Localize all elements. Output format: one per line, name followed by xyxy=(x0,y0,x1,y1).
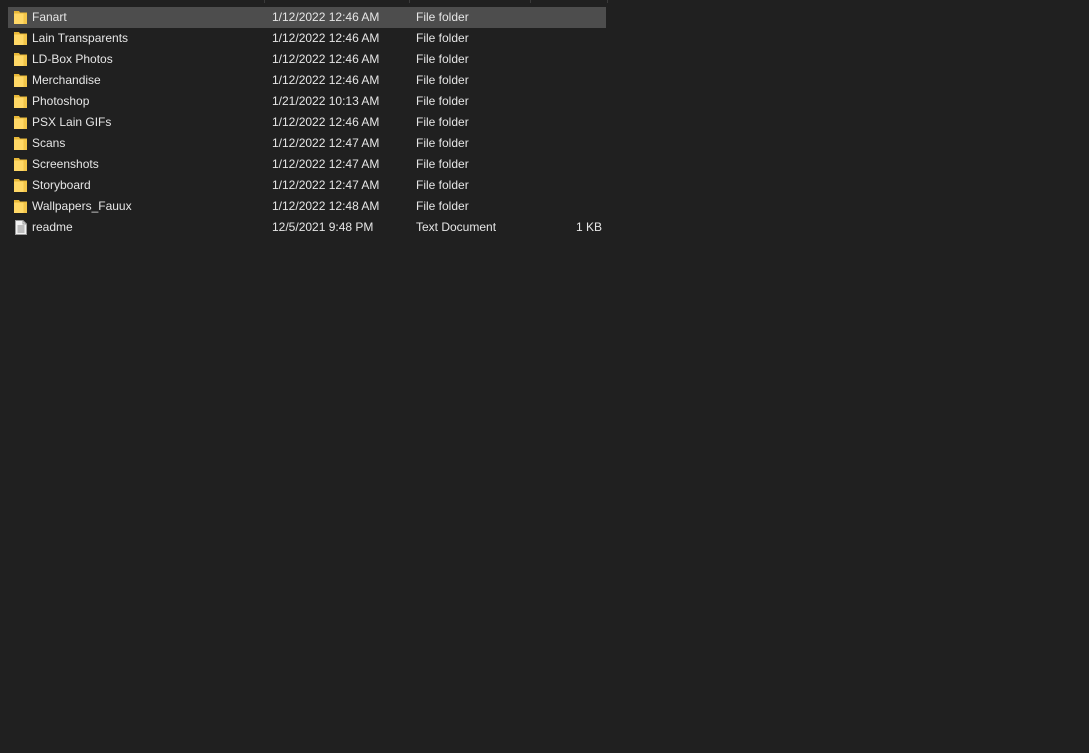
column-divider[interactable] xyxy=(607,0,608,3)
folder-icon xyxy=(14,199,28,214)
file-date-modified: 1/21/2022 10:13 AM xyxy=(272,94,380,108)
file-row[interactable]: Merchandise 1/12/2022 12:46 AM File folder xyxy=(8,70,606,91)
file-row[interactable]: Scans 1/12/2022 12:47 AM File folder xyxy=(8,133,606,154)
file-name: Storyboard xyxy=(32,178,91,192)
file-row[interactable]: Storyboard 1/12/2022 12:47 AM File folder xyxy=(8,175,606,196)
file-date-modified: 12/5/2021 9:48 PM xyxy=(272,220,374,234)
file-name: readme xyxy=(32,220,73,234)
file-type: File folder xyxy=(416,31,469,45)
file-type: File folder xyxy=(416,115,469,129)
file-name: Merchandise xyxy=(32,73,101,87)
file-list: Fanart 1/12/2022 12:46 AM File folder Lain … xyxy=(8,7,606,238)
column-divider[interactable] xyxy=(264,0,265,3)
file-size: 1 KB xyxy=(575,220,602,234)
folder-icon xyxy=(14,52,28,67)
file-name: Photoshop xyxy=(32,94,90,108)
file-name: LD-Box Photos xyxy=(32,52,113,66)
file-row[interactable]: readme 12/5/2021 9:48 PM Text Document 1 KB xyxy=(8,217,606,238)
file-type: Text Document xyxy=(416,220,497,234)
text-document-icon xyxy=(14,220,28,235)
file-row[interactable]: Fanart 1/12/2022 12:46 AM File folder xyxy=(8,7,606,28)
file-date-modified: 1/12/2022 12:47 AM xyxy=(272,157,380,171)
file-type: File folder xyxy=(416,10,469,24)
column-divider[interactable] xyxy=(530,0,531,3)
file-name: Fanart xyxy=(32,10,67,24)
folder-icon xyxy=(14,73,28,88)
file-type: File folder xyxy=(416,199,469,213)
folder-icon xyxy=(14,115,28,130)
file-date-modified: 1/12/2022 12:46 AM xyxy=(272,115,380,129)
folder-icon xyxy=(14,31,28,46)
file-name: Scans xyxy=(32,136,66,150)
file-row[interactable]: Photoshop 1/21/2022 10:13 AM File folder xyxy=(8,91,606,112)
file-type: File folder xyxy=(416,73,469,87)
folder-icon xyxy=(14,178,28,193)
file-row[interactable]: PSX Lain GIFs 1/12/2022 12:46 AM File fold… xyxy=(8,112,606,133)
file-date-modified: 1/12/2022 12:46 AM xyxy=(272,73,380,87)
file-row[interactable]: LD-Box Photos 1/12/2022 12:46 AM File fold… xyxy=(8,49,606,70)
file-name: Wallpapers_Fauux xyxy=(32,199,132,213)
folder-icon xyxy=(14,136,28,151)
file-date-modified: 1/12/2022 12:47 AM xyxy=(272,178,380,192)
folder-icon xyxy=(14,94,28,109)
file-type: File folder xyxy=(416,52,469,66)
column-divider[interactable] xyxy=(409,0,410,3)
file-row[interactable]: Lain Transparents 1/12/2022 12:46 AM File … xyxy=(8,28,606,49)
file-name: Screenshots xyxy=(32,157,99,171)
file-date-modified: 1/12/2022 12:46 AM xyxy=(272,31,380,45)
folder-icon xyxy=(14,157,28,172)
file-name: Lain Transparents xyxy=(32,31,129,45)
file-date-modified: 1/12/2022 12:48 AM xyxy=(272,199,380,213)
folder-icon xyxy=(14,10,28,25)
file-type: File folder xyxy=(416,178,469,192)
file-date-modified: 1/12/2022 12:47 AM xyxy=(272,136,380,150)
file-name: PSX Lain GIFs xyxy=(32,115,112,129)
file-row[interactable]: Screenshots 1/12/2022 12:47 AM File folder xyxy=(8,154,606,175)
file-type: File folder xyxy=(416,94,469,108)
file-type: File folder xyxy=(416,157,469,171)
file-date-modified: 1/12/2022 12:46 AM xyxy=(272,10,380,24)
file-date-modified: 1/12/2022 12:46 AM xyxy=(272,52,380,66)
column-header-dividers xyxy=(0,0,610,3)
file-type: File folder xyxy=(416,136,469,150)
file-row[interactable]: Wallpapers_Fauux 1/12/2022 12:48 AM File f… xyxy=(8,196,606,217)
